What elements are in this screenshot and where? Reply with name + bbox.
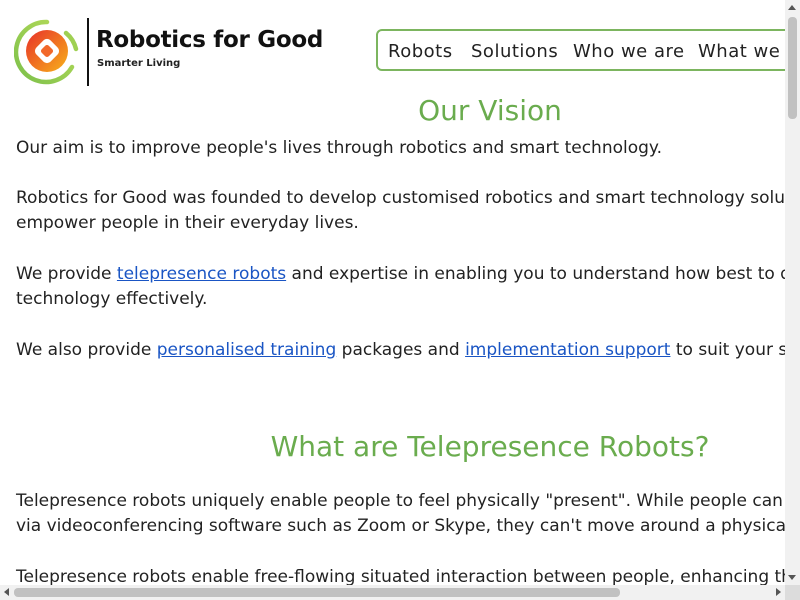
vision-paragraph-3-text-after: and expertise in enabling you to underst… — [291, 264, 800, 284]
vertical-scroll-thumb[interactable] — [788, 17, 797, 119]
implementation-support-link[interactable]: implementation support — [465, 340, 670, 360]
telepresence-heading: What are Telepresence Robots? — [270, 430, 710, 463]
scroll-up-arrow-icon[interactable] — [788, 5, 796, 10]
vision-paragraph-2-line-2: empower people in their everyday lives. — [16, 213, 359, 233]
scrollbar-corner — [785, 585, 800, 600]
main-nav: Robots Solutions Who we are What we do — [376, 29, 800, 71]
site-header: Robotics for Good Smarter Living Robots … — [0, 0, 800, 98]
vision-paragraph-1: Our aim is to improve people's lives thr… — [16, 138, 662, 158]
telepresence-robots-link[interactable]: telepresence robots — [117, 264, 286, 284]
browser-viewport: Robotics for Good Smarter Living Robots … — [0, 0, 800, 600]
nav-item-who-we-are[interactable]: Who we are — [573, 41, 685, 62]
robotics-logo-icon[interactable] — [14, 19, 80, 85]
vision-paragraph-3: We provide telepresence robots and exper… — [16, 262, 800, 312]
scroll-right-arrow-icon[interactable] — [776, 588, 781, 596]
telepresence-paragraph-1-line-1: Telepresence robots uniquely enable peop… — [16, 491, 800, 511]
vision-paragraph-2: Robotics for Good was founded to develop… — [16, 186, 800, 236]
scroll-left-arrow-icon[interactable] — [4, 588, 9, 596]
vision-paragraph-4-text-after: to suit your specific needs. — [675, 340, 800, 360]
scroll-down-arrow-icon[interactable] — [788, 575, 796, 580]
brand-title[interactable]: Robotics for Good — [96, 27, 323, 53]
brand-tagline: Smarter Living — [97, 58, 181, 69]
nav-item-solutions[interactable]: Solutions — [471, 41, 558, 62]
personalised-training-link[interactable]: personalised training — [157, 340, 337, 360]
vision-heading: Our Vision — [418, 94, 562, 127]
telepresence-paragraph-1: Telepresence robots uniquely enable peop… — [16, 489, 800, 539]
nav-item-robots[interactable]: Robots — [388, 41, 453, 62]
vision-paragraph-3-line-2: technology effectively. — [16, 289, 208, 309]
vision-paragraph-2-line-1: Robotics for Good was founded to develop… — [16, 188, 800, 208]
vertical-scrollbar[interactable] — [785, 0, 800, 585]
telepresence-paragraph-1-line-2: via videoconferencing software such as Z… — [16, 516, 800, 536]
vision-paragraph-4-text-mid: packages and — [336, 340, 466, 360]
horizontal-scrollbar[interactable] — [0, 585, 785, 600]
horizontal-scroll-thumb[interactable] — [14, 588, 620, 597]
vision-paragraph-4-text: We also provide — [16, 340, 157, 360]
vision-paragraph-4: We also provide personalised training pa… — [16, 338, 800, 363]
vision-paragraph-3-text: We provide — [16, 264, 117, 284]
brand-divider — [87, 18, 89, 86]
